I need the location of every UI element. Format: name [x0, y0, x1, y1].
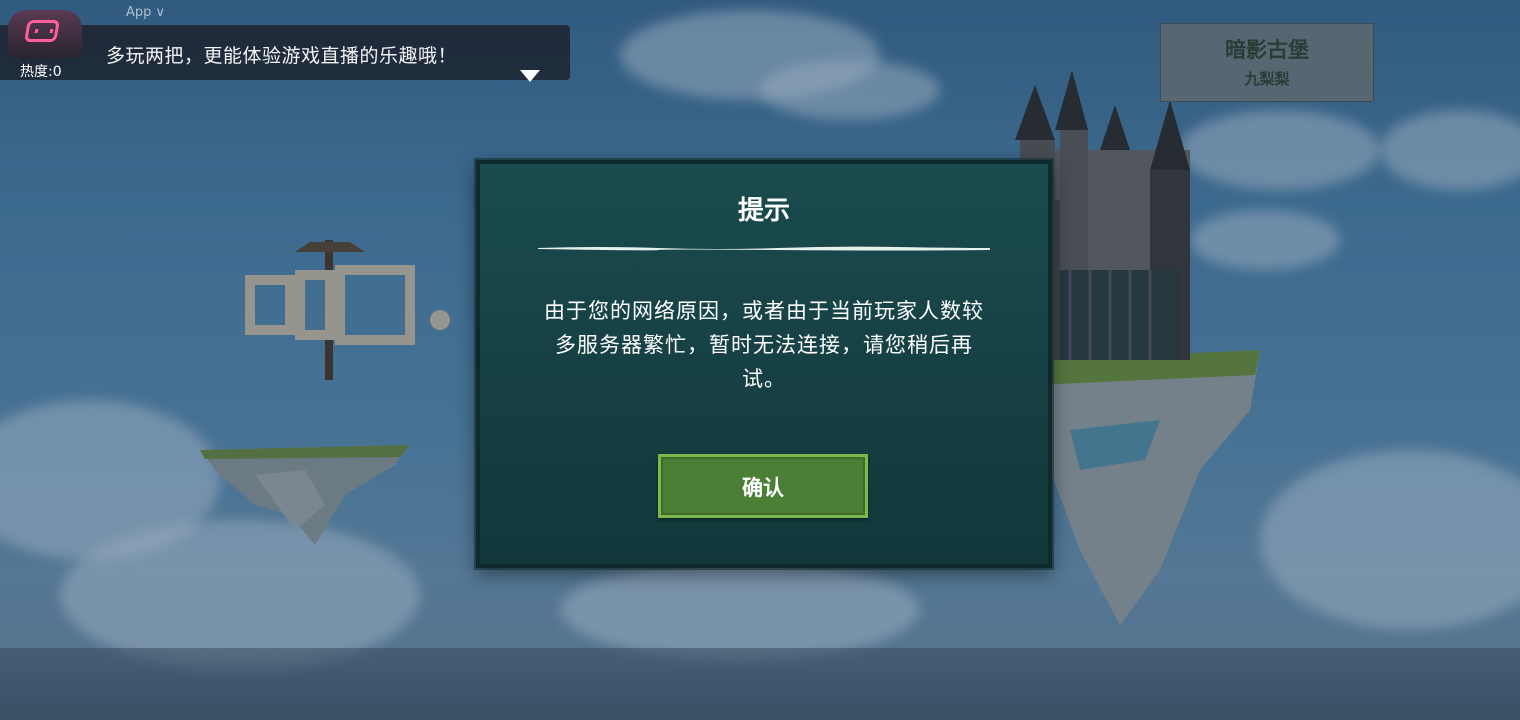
dialog-message: 由于您的网络原因，或者由于当前玩家人数较多服务器繁忙，暂时无法连接，请您稍后再试…: [544, 299, 984, 391]
logo-mark: [24, 20, 60, 42]
game-scene: App ∨ 热度:0 多玩两把，更能体验游戏直播的乐趣哦！ 暗影古堡 九梨梨 提…: [0, 0, 1520, 720]
confirm-button-label: 确认: [742, 476, 784, 500]
server-name: 暗影古堡: [1225, 37, 1309, 62]
heat-count-label: 热度:0: [20, 64, 62, 80]
dialog-title: 提示: [737, 196, 790, 226]
live-tip-text: 多玩两把，更能体验游戏直播的乐趣哦！: [106, 45, 458, 67]
dialog-divider: [538, 246, 990, 251]
server-badge: 暗影古堡 九梨梨: [1160, 23, 1374, 102]
server-owner: 九梨梨: [1244, 70, 1290, 88]
live-stream-logo-icon[interactable]: [8, 10, 82, 58]
triangle-down-icon[interactable]: [520, 70, 540, 82]
app-menu-label[interactable]: App ∨: [126, 5, 165, 20]
notice-dialog: 提示 由于您的网络原因，或者由于当前玩家人数较多服务器繁忙，暂时无法连接，请您稍…: [476, 160, 1052, 568]
confirm-button[interactable]: 确认: [658, 454, 868, 518]
